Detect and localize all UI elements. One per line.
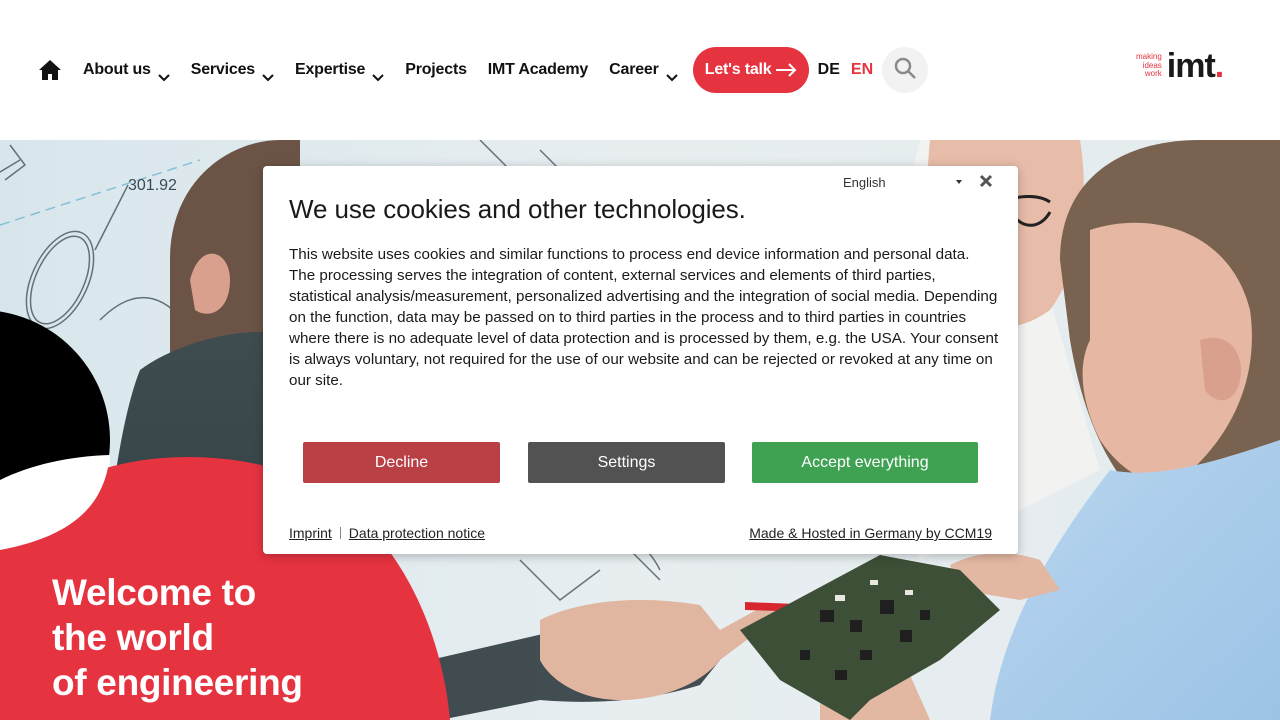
- site-header: About us Services Expertise Projects IMT…: [0, 0, 1280, 140]
- hero-title-line: Welcome to: [52, 572, 256, 613]
- drawing-label: 301.92: [128, 177, 177, 194]
- chevron-down-icon: [372, 69, 384, 82]
- chevron-down-icon: [158, 69, 170, 82]
- logo-wordmark: imt.: [1167, 49, 1225, 83]
- language-select-value: English: [843, 174, 886, 190]
- nav-item-imt-academy[interactable]: IMT Academy: [487, 61, 589, 79]
- link-separator: [339, 527, 341, 539]
- hero-title-line: the world: [52, 617, 214, 658]
- cookie-consent-dialog: English We use cookies and other technol…: [263, 166, 1018, 554]
- close-icon[interactable]: [979, 174, 993, 188]
- decline-button[interactable]: Decline: [303, 442, 500, 483]
- nav-item-label: Services: [190, 61, 255, 78]
- caret-down-icon: [956, 180, 962, 184]
- nav-item-label: Projects: [405, 61, 467, 78]
- lets-talk-label: Let's talk: [704, 61, 772, 78]
- home-icon[interactable]: [38, 59, 62, 81]
- nav-item-about-us[interactable]: About us: [83, 61, 170, 82]
- nav-item-label: IMT Academy: [487, 61, 589, 78]
- nav-item-label: About us: [83, 61, 151, 78]
- arrow-right-icon: [775, 63, 797, 77]
- nav-item-label: Career: [609, 61, 659, 78]
- logo-tagline-line: work: [1144, 69, 1162, 79]
- imt-logo[interactable]: making ideas work imt.: [1136, 49, 1225, 83]
- search-button[interactable]: [882, 47, 929, 93]
- nav-item-expertise[interactable]: Expertise: [294, 61, 384, 82]
- imprint-link[interactable]: Imprint: [289, 525, 332, 541]
- nav-item-label: Expertise: [294, 61, 366, 78]
- logo-tagline: making ideas work: [1136, 53, 1162, 79]
- dialog-footer-links: Imprint Data protection notice: [289, 525, 485, 541]
- language-en-link[interactable]: EN: [851, 61, 873, 79]
- chevron-down-icon: [665, 69, 678, 82]
- nav-item-services[interactable]: Services: [190, 61, 274, 82]
- accept-everything-button[interactable]: Accept everything: [752, 442, 978, 483]
- settings-button[interactable]: Settings: [528, 442, 725, 483]
- data-protection-link[interactable]: Data protection notice: [349, 525, 485, 541]
- ccm19-credit-link[interactable]: Made & Hosted in Germany by CCM19: [749, 525, 992, 541]
- nav-item-career[interactable]: Career: [609, 61, 678, 82]
- hero-title-line: of engineering: [52, 662, 303, 703]
- logo-dot: .: [1214, 47, 1225, 85]
- chevron-down-icon: [262, 69, 274, 82]
- dialog-body-text: This website uses cookies and similar fu…: [289, 246, 999, 389]
- search-icon: [893, 56, 917, 85]
- nav-item-projects[interactable]: Projects: [405, 61, 467, 79]
- language-select[interactable]: English: [843, 174, 963, 190]
- logo-word: imt: [1166, 47, 1216, 85]
- dialog-title: We use cookies and other technologies.: [289, 194, 746, 224]
- hero-title: Welcome to the world of engineering: [52, 570, 303, 705]
- lets-talk-button[interactable]: Let's talk: [692, 47, 809, 93]
- main-navigation: About us Services Expertise Projects IMT…: [38, 47, 929, 93]
- language-de-link[interactable]: DE: [818, 61, 840, 79]
